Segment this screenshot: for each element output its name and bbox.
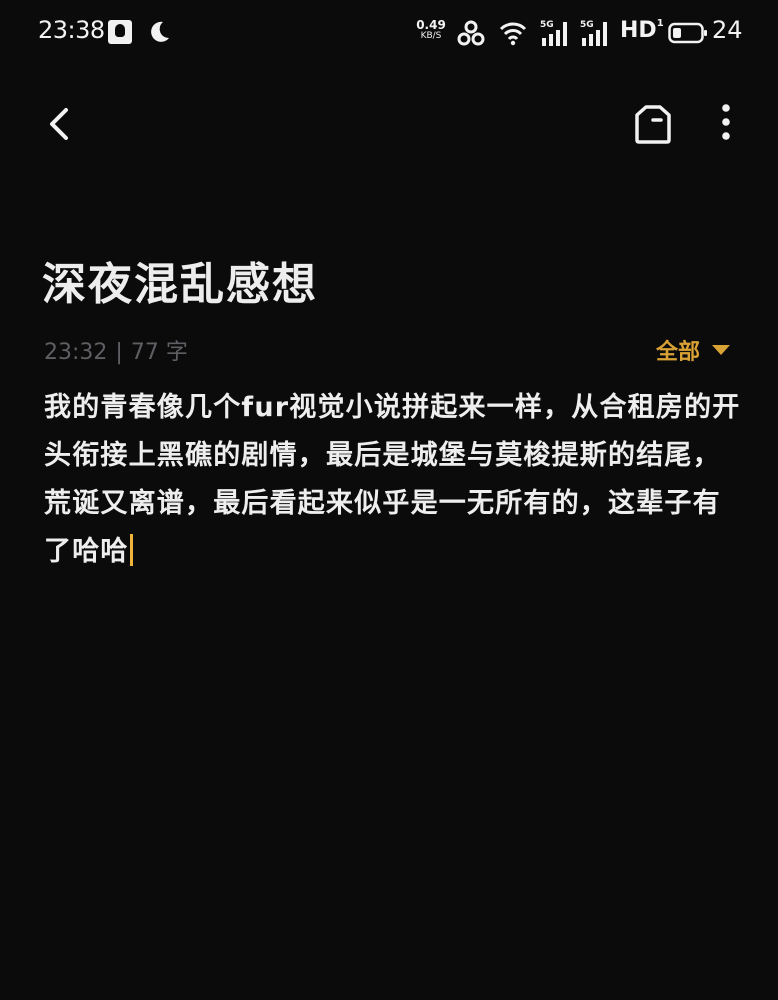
note-time: 23:32 bbox=[44, 340, 108, 365]
text-cursor bbox=[129, 534, 133, 566]
net-speed: 0.49 KB/S bbox=[416, 18, 446, 42]
hotspot-icon bbox=[457, 20, 485, 46]
note-meta: 23:32 | 77 字 bbox=[44, 334, 188, 366]
note-title[interactable]: 深夜混乱感想 bbox=[42, 248, 318, 312]
moon-icon bbox=[151, 21, 169, 42]
status-time: 23:38 bbox=[38, 16, 105, 44]
status-bar: 23:38 0.49 KB/S 5G 5G HD1 24 bbox=[0, 0, 778, 66]
sim2-label: 5G bbox=[580, 20, 594, 30]
hd-label-text: HD bbox=[620, 18, 657, 43]
net-speed-unit: KB/S bbox=[420, 31, 442, 41]
meta-separator: | bbox=[115, 340, 123, 365]
more-vertical-icon[interactable] bbox=[706, 98, 746, 148]
sim1-label: 5G bbox=[540, 20, 554, 30]
caret-down-icon bbox=[712, 345, 731, 355]
tag-icon[interactable] bbox=[628, 98, 678, 148]
wifi-icon bbox=[499, 22, 527, 46]
folder-selector[interactable]: 全部 bbox=[656, 334, 731, 366]
qq-icon bbox=[108, 20, 132, 44]
chevron-left-icon[interactable] bbox=[36, 100, 84, 148]
folder-label: 全部 bbox=[656, 340, 701, 365]
note-body-editor[interactable]: 我的青春像几个fur视觉小说拼起来一样，从合租房的开头衔接上黑礁的剧情，最后是城… bbox=[44, 384, 744, 576]
signal-icon: 5G bbox=[540, 20, 567, 46]
signal-icon: 5G bbox=[580, 20, 607, 46]
net-speed-value: 0.49 bbox=[416, 18, 446, 32]
note-toolbar bbox=[0, 90, 778, 160]
battery-icon bbox=[668, 22, 707, 44]
battery-level: 24 bbox=[712, 16, 743, 44]
word-count: 77 字 bbox=[130, 340, 188, 365]
note-body-text: 我的青春像几个fur视觉小说拼起来一样，从合租房的开头衔接上黑礁的剧情，最后是城… bbox=[44, 392, 741, 567]
hd-label: HD1 bbox=[620, 18, 664, 43]
